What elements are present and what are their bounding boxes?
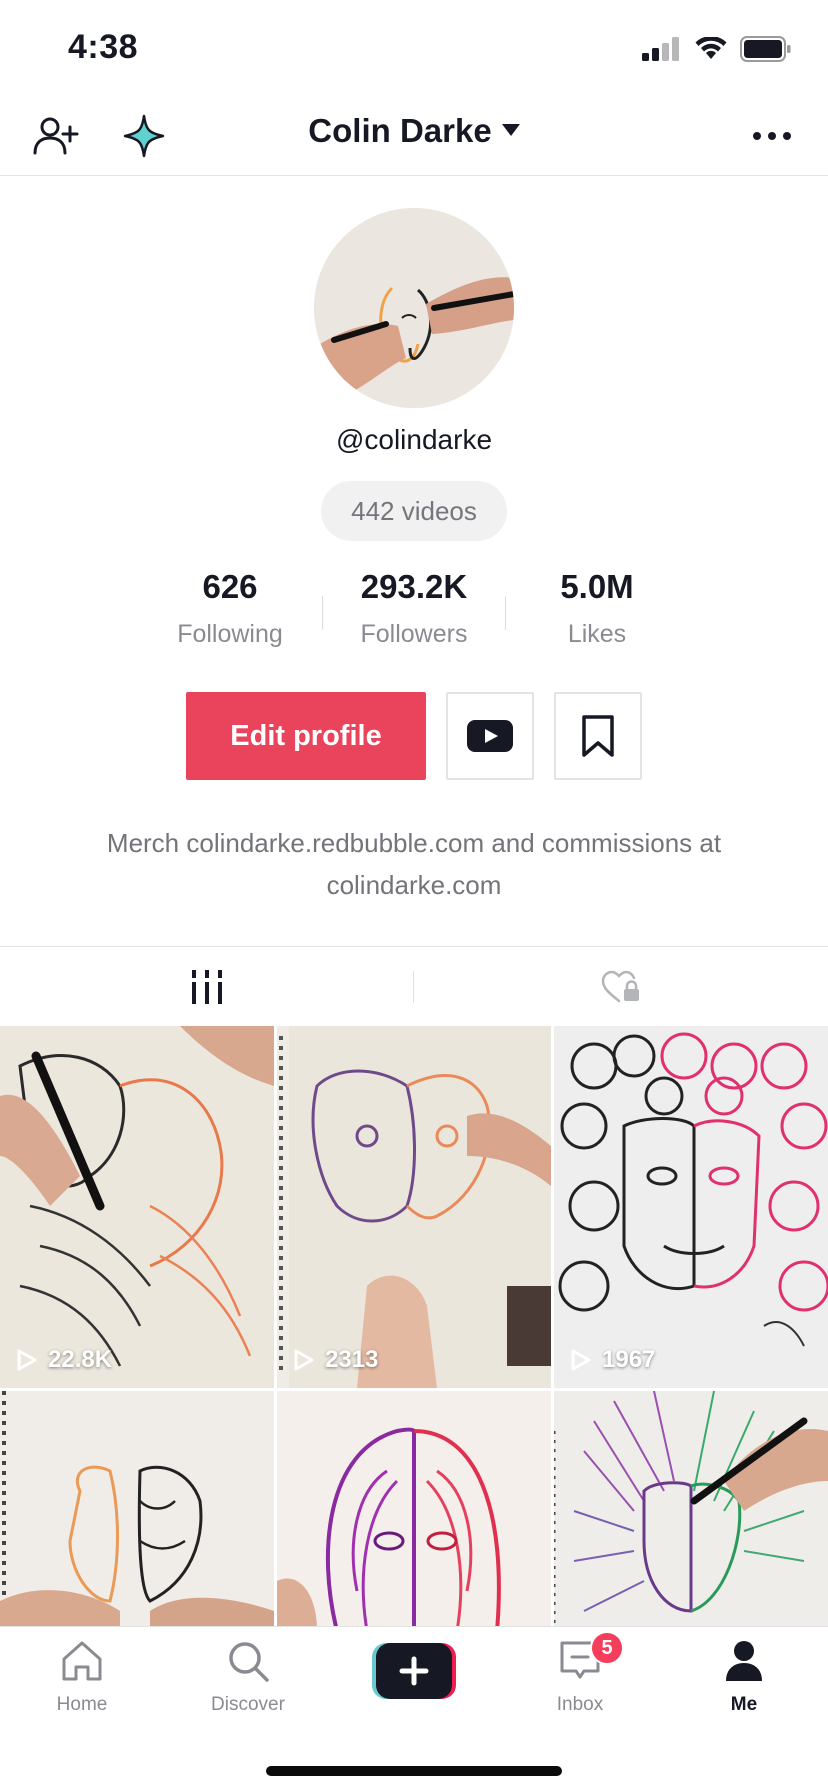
nav-home[interactable]: Home	[22, 1637, 142, 1716]
stat-following[interactable]: 626 Following	[140, 568, 320, 649]
wifi-icon	[695, 37, 727, 59]
video-thumbnail[interactable]: 2313	[277, 1026, 551, 1388]
video-grid: 22.8K 2313 1967	[0, 1026, 828, 1626]
home-icon	[62, 1641, 102, 1681]
video-thumbnail[interactable]	[0, 1391, 274, 1626]
stat-label: Followers	[360, 620, 468, 648]
stat-label: Following	[177, 620, 283, 648]
stat-value: 626	[202, 568, 258, 605]
favorites-button[interactable]	[554, 692, 642, 780]
view-count: 22.8K	[48, 1346, 113, 1373]
stat-divider	[505, 596, 506, 630]
nav-discover[interactable]: Discover	[188, 1637, 308, 1716]
play-icon	[571, 1349, 591, 1371]
liked-private-icon	[601, 970, 639, 1003]
play-icon	[17, 1349, 37, 1371]
nav-me[interactable]: Me	[684, 1637, 804, 1716]
tab-videos[interactable]	[0, 947, 414, 1027]
status-bar: 4:38	[0, 0, 828, 96]
nav-label: Inbox	[556, 1694, 604, 1715]
create-plus-icon	[372, 1643, 456, 1699]
view-count: 2313	[325, 1346, 379, 1373]
content-tabs	[0, 946, 828, 1026]
create-button[interactable]	[372, 1643, 456, 1699]
stat-likes[interactable]: 5.0M Likes	[507, 568, 687, 649]
stat-followers[interactable]: 293.2K Followers	[324, 568, 504, 649]
nav-label: Me	[730, 1694, 758, 1715]
avatar[interactable]	[314, 208, 514, 408]
avatar-image	[314, 208, 514, 408]
youtube-icon	[467, 720, 513, 752]
nav-label: Home	[56, 1694, 108, 1715]
more-options-button[interactable]	[746, 110, 798, 162]
status-time: 4:38	[68, 28, 139, 66]
video-thumbnail[interactable]: 22.8K	[0, 1026, 274, 1388]
search-icon	[229, 1642, 269, 1682]
play-count: 22.8K	[16, 1346, 112, 1374]
stat-divider	[322, 596, 323, 630]
video-thumbnail[interactable]	[277, 1391, 551, 1626]
play-count: 2313	[293, 1346, 378, 1374]
status-icons	[642, 36, 792, 62]
videos-grid-icon	[192, 970, 222, 1004]
tab-liked[interactable]	[414, 947, 828, 1027]
videos-count-pill: 442 videos	[321, 481, 507, 541]
account-switcher[interactable]: Colin Darke	[0, 112, 828, 150]
stat-value: 293.2K	[360, 568, 468, 605]
profile-header: Colin Darke	[0, 96, 828, 176]
play-icon	[294, 1349, 314, 1371]
battery-icon	[740, 36, 791, 62]
stat-label: Likes	[567, 620, 627, 648]
ellipsis-icon	[753, 132, 791, 140]
bookmark-icon	[582, 715, 614, 757]
account-name: Colin Darke	[308, 112, 492, 149]
profile-bio: Merch colindarke.redbubble.com and commi…	[106, 828, 722, 900]
username: @colindarke	[335, 424, 493, 455]
cellular-signal-icon	[642, 37, 679, 61]
nav-label: Discover	[211, 1694, 285, 1715]
edit-profile-button[interactable]: Edit profile	[186, 692, 426, 780]
video-thumbnail[interactable]: 1967	[554, 1026, 828, 1388]
play-count: 1967	[570, 1346, 655, 1374]
stat-value: 5.0M	[560, 568, 634, 605]
view-count: 1967	[602, 1346, 656, 1373]
profile-icon	[726, 1641, 762, 1681]
youtube-button[interactable]	[446, 692, 534, 780]
video-thumbnail[interactable]	[554, 1391, 828, 1626]
chevron-down-icon	[501, 124, 520, 137]
home-indicator	[266, 1766, 562, 1776]
inbox-badge: 5	[590, 1631, 624, 1665]
